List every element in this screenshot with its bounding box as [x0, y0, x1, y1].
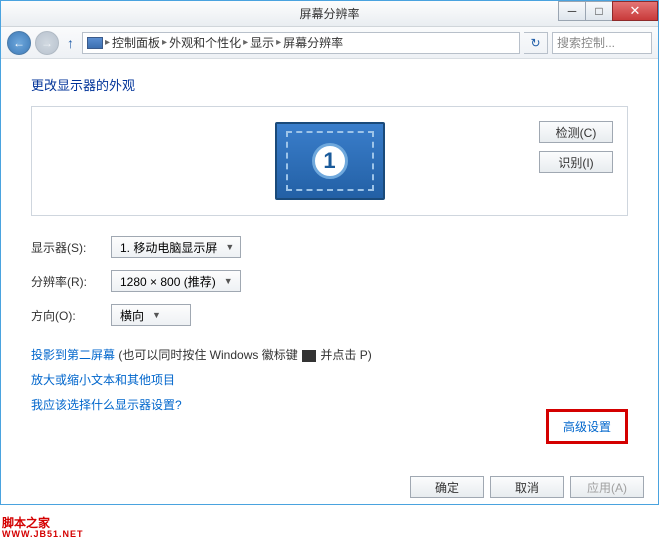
- display-preview: 1 检测(C) 识别(I): [31, 106, 628, 216]
- project-hint-tail: 并点击 P): [317, 348, 372, 362]
- resolution-dropdown[interactable]: 1280 × 800 (推荐) ▼: [111, 270, 241, 292]
- maximize-button[interactable]: □: [585, 1, 613, 21]
- dialog-buttons: 确定 取消 应用(A): [410, 476, 644, 498]
- close-button[interactable]: ✕: [612, 1, 658, 21]
- orientation-label: 方向(O):: [31, 307, 111, 324]
- nav-bar: ← → ↑ ▸ 控制面板 ▸ 外观和个性化 ▸ 显示 ▸ 屏幕分辨率 ↻ 搜索控…: [1, 27, 658, 59]
- monitor-icon: [87, 37, 103, 49]
- search-placeholder: 搜索控制...: [557, 34, 615, 51]
- minimize-button[interactable]: ─: [558, 1, 586, 21]
- refresh-button[interactable]: ↻: [524, 32, 548, 54]
- window-frame: 屏幕分辨率 ─ □ ✕ ← → ↑ ▸ 控制面板 ▸ 外观和个性化 ▸ 显示 ▸…: [0, 0, 659, 505]
- up-button[interactable]: ↑: [67, 35, 74, 51]
- crumb-appearance[interactable]: 外观和个性化: [169, 34, 241, 51]
- breadcrumb[interactable]: ▸ 控制面板 ▸ 外观和个性化 ▸ 显示 ▸ 屏幕分辨率: [82, 32, 520, 54]
- windows-key-icon: [302, 350, 316, 362]
- help-links: 投影到第二屏幕 (也可以同时按住 Windows 徽标键 并点击 P) 放大或缩…: [31, 346, 628, 413]
- page-title: 更改显示器的外观: [31, 75, 628, 94]
- back-button[interactable]: ←: [7, 31, 31, 55]
- forward-button[interactable]: →: [35, 31, 59, 55]
- crumb-resolution[interactable]: 屏幕分辨率: [283, 34, 343, 51]
- monitor-number-badge: 1: [312, 143, 348, 179]
- content-area: 更改显示器的外观 1 检测(C) 识别(I) 显示器(S): 1. 移动电脑显示…: [1, 59, 658, 504]
- resolution-value: 1280 × 800 (推荐): [120, 273, 216, 290]
- search-input[interactable]: 搜索控制...: [552, 32, 652, 54]
- identify-button[interactable]: 识别(I): [539, 151, 613, 173]
- crumb-display[interactable]: 显示: [250, 34, 274, 51]
- orientation-dropdown[interactable]: 横向 ▼: [111, 304, 191, 326]
- chevron-right-icon: ▸: [105, 37, 110, 48]
- chevron-down-icon: ▼: [152, 310, 161, 320]
- display-value: 1. 移动电脑显示屏: [120, 239, 217, 256]
- watermark-url: WWW.JB51.NET: [2, 530, 84, 540]
- advanced-settings-link[interactable]: 高级设置: [563, 420, 611, 434]
- watermark: 脚本之家 WWW.JB51.NET: [2, 517, 84, 540]
- orientation-value: 横向: [120, 307, 144, 324]
- crumb-control-panel[interactable]: 控制面板: [112, 34, 160, 51]
- which-display-link[interactable]: 我应该选择什么显示器设置?: [31, 398, 182, 412]
- titlebar[interactable]: 屏幕分辨率 ─ □ ✕: [1, 1, 658, 27]
- ok-button[interactable]: 确定: [410, 476, 484, 498]
- detect-button[interactable]: 检测(C): [539, 121, 613, 143]
- chevron-right-icon: ▸: [243, 37, 248, 48]
- chevron-down-icon: ▼: [225, 242, 234, 252]
- monitor-thumbnail[interactable]: 1: [275, 122, 385, 200]
- cancel-button[interactable]: 取消: [490, 476, 564, 498]
- apply-button[interactable]: 应用(A): [570, 476, 644, 498]
- display-dropdown[interactable]: 1. 移动电脑显示屏 ▼: [111, 236, 241, 258]
- chevron-down-icon: ▼: [224, 276, 233, 286]
- project-hint: (也可以同时按住 Windows 徽标键: [115, 348, 301, 362]
- advanced-highlight: 高级设置: [546, 409, 628, 444]
- resolution-label: 分辨率(R):: [31, 273, 111, 290]
- textsize-link[interactable]: 放大或缩小文本和其他项目: [31, 373, 175, 387]
- display-label: 显示器(S):: [31, 239, 111, 256]
- chevron-right-icon: ▸: [162, 37, 167, 48]
- chevron-right-icon: ▸: [276, 37, 281, 48]
- project-link[interactable]: 投影到第二屏幕: [31, 348, 115, 362]
